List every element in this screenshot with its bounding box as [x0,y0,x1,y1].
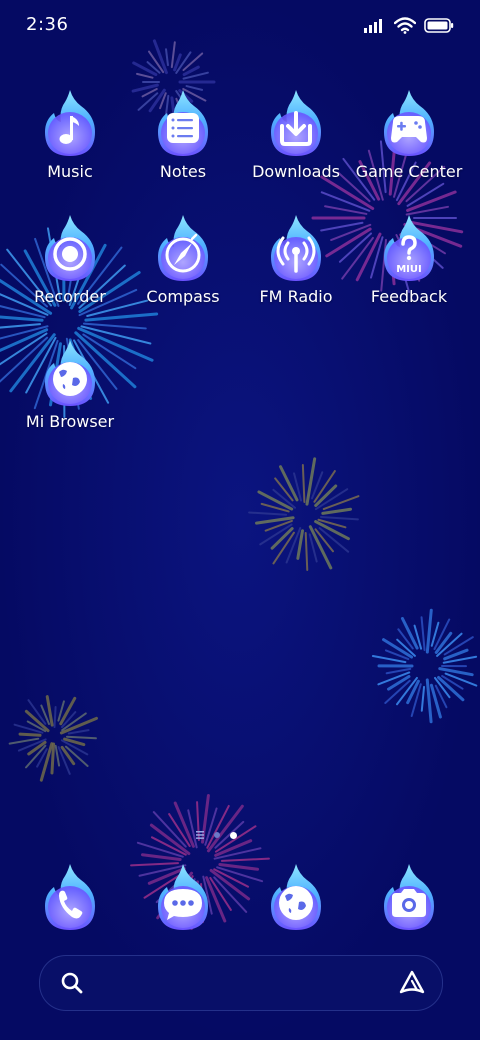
browser-globe-icon [37,338,103,410]
firework-spark [50,742,56,775]
app-compass[interactable]: Compass [127,213,239,323]
app-label: Notes [159,162,207,181]
app-label: Game Center [355,162,463,181]
app-label: Recorder [34,287,106,306]
messages-icon[interactable] [150,862,216,934]
assistant-icon[interactable] [398,969,426,997]
page-indicator[interactable] [196,828,248,842]
wifi-icon [394,16,416,34]
radio-icon [263,213,329,285]
firework-spark [53,706,57,729]
signal-icon [364,19,382,33]
firework-spark [18,732,42,737]
search-icon[interactable] [60,971,84,995]
page-list-icon [196,831,204,839]
music-note-icon [37,88,103,160]
download-icon [263,88,329,160]
app-label: Feedback [370,287,448,306]
phone-icon[interactable] [37,862,103,934]
gamepad-icon [376,88,442,160]
app-recorder[interactable]: Recorder [14,213,126,323]
feedback-miui-icon: MIUI [376,213,442,285]
app-game-center[interactable]: Game Center [353,88,465,198]
page-dot-active [230,831,237,839]
app-label: Downloads [252,162,340,181]
app-downloads[interactable]: Downloads [240,88,352,198]
status-icons [364,14,454,36]
compass-icon [150,213,216,285]
app-label: Compass [146,287,220,306]
page-dot [214,832,220,838]
app-fm-radio[interactable]: FM Radio [240,213,352,323]
battery-icon [424,17,454,33]
app-feedback[interactable]: MIUI Feedback [353,213,465,323]
notes-list-icon [150,88,216,160]
app-label: Mi Browser [25,412,115,431]
app-label: Music [47,162,93,181]
app-notes[interactable]: Notes [127,88,239,198]
app-label: FM Radio [259,287,333,306]
status-bar: 2:36 [0,0,480,50]
status-time: 2:36 [26,14,69,35]
record-icon [37,213,103,285]
app-music[interactable]: Music [14,88,126,198]
camera-icon[interactable] [376,862,442,934]
app-mi-browser[interactable]: Mi Browser [14,338,126,448]
search-bar[interactable] [39,955,443,1011]
browser-globe-icon[interactable] [263,862,329,934]
miui-badge: MIUI [396,264,422,275]
